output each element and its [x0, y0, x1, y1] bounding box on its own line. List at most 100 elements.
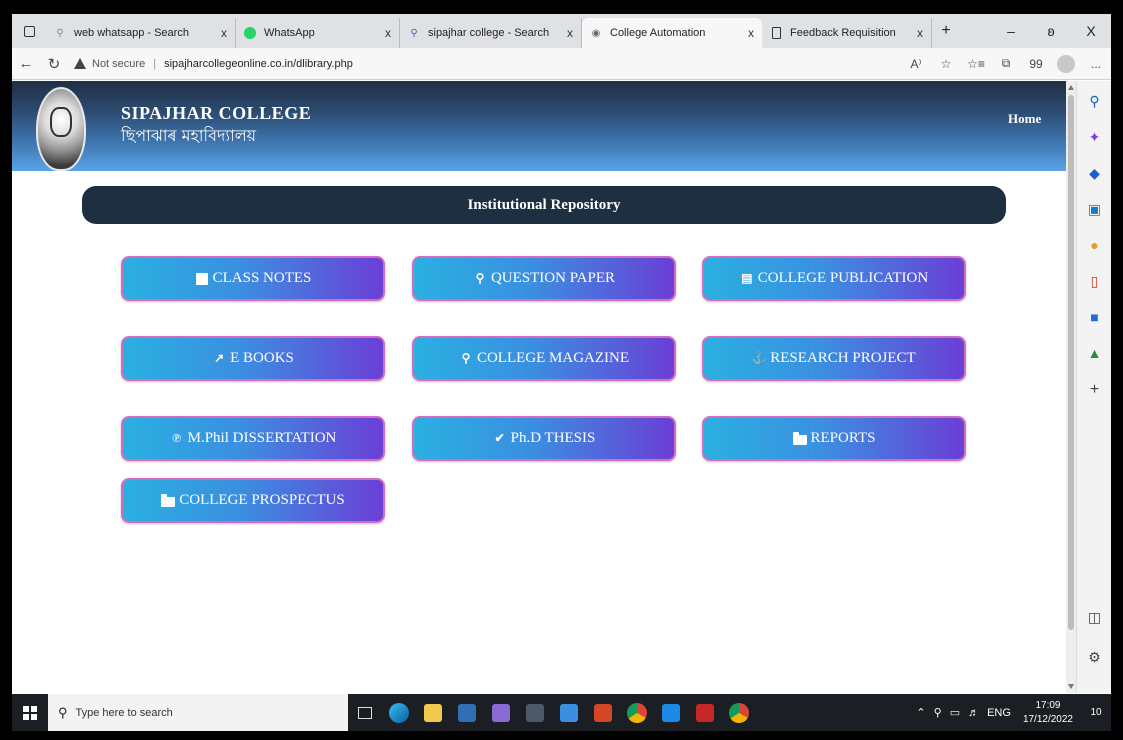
new-tab-button[interactable]: +: [932, 14, 960, 48]
url-separator: |: [153, 57, 157, 70]
read-aloud-icon[interactable]: A⁾: [901, 57, 931, 71]
paint-app-icon[interactable]: [484, 694, 518, 731]
close-tab-icon[interactable]: x: [385, 26, 391, 40]
rss-icon: ℗: [172, 431, 182, 445]
shopping-tag-icon[interactable]: ◆: [1077, 165, 1111, 182]
tab-actions-button[interactable]: [12, 14, 46, 48]
tab-feedback-requisition[interactable]: Feedback Requisition x: [762, 18, 932, 48]
close-tab-icon[interactable]: x: [221, 26, 227, 40]
notes-app-icon[interactable]: [450, 694, 484, 731]
class-notes-button[interactable]: CLASS NOTES: [121, 256, 385, 301]
outlook-icon[interactable]: ■: [1077, 309, 1111, 325]
security-label[interactable]: Not secure: [92, 58, 145, 70]
favorites-icon[interactable]: ☆≡: [961, 57, 991, 71]
search-icon[interactable]: ⚲: [1077, 93, 1111, 110]
close-tab-icon[interactable]: x: [567, 26, 573, 40]
sparkle-icon[interactable]: ✦: [1077, 129, 1111, 146]
scroll-down-icon[interactable]: [1068, 684, 1074, 689]
mphil-dissertation-button[interactable]: ℗ M.Phil DISSERTATION: [121, 416, 385, 461]
chrome-icon[interactable]: [620, 694, 654, 731]
calculator-icon[interactable]: [518, 694, 552, 731]
games-icon[interactable]: ●: [1077, 237, 1111, 253]
bar-chart-icon: ▤: [741, 271, 753, 285]
college-prospectus-button[interactable]: COLLEGE PROSPECTUS: [121, 478, 385, 523]
add-favorite-icon[interactable]: ☆: [931, 57, 961, 71]
document-icon: [770, 27, 782, 39]
tab-sipajhar-college-search[interactable]: ⚲ sipajhar college - Search x: [400, 18, 582, 48]
tab-web-whatsapp-search[interactable]: ⚲ web whatsapp - Search x: [46, 18, 236, 48]
search-icon: ⚲: [58, 704, 68, 720]
check-icon: ✔: [494, 431, 505, 445]
reports-button[interactable]: REPORTS: [702, 416, 966, 461]
whatsapp-icon: [244, 27, 256, 39]
drop-icon[interactable]: ▲: [1077, 345, 1111, 361]
refresh-button[interactable]: ↻: [40, 55, 68, 73]
chrome-profile-icon[interactable]: [722, 694, 756, 731]
close-tab-icon[interactable]: x: [917, 26, 923, 40]
close-tab-icon[interactable]: x: [748, 26, 754, 40]
search-placeholder: Type here to search: [75, 706, 173, 719]
photos-app-icon[interactable]: [654, 694, 688, 731]
chevron-up-icon[interactable]: ⌃: [912, 706, 929, 719]
split-screen-icon[interactable]: ◫: [1077, 609, 1111, 626]
line-chart-icon: ↗: [214, 351, 225, 365]
more-menu-icon[interactable]: ...: [1081, 57, 1111, 71]
calendar-app-icon[interactable]: [552, 694, 586, 731]
college-magazine-button[interactable]: ⚲ COLLEGE MAGAZINE: [412, 336, 676, 381]
windows-taskbar: ⚲ Type here to search ⌃ ⚲ ▭ ♬ ENG 17:09 …: [12, 694, 1111, 731]
search-icon: ⚲: [475, 271, 485, 285]
minimize-button[interactable]: –: [991, 14, 1031, 48]
battery-icon[interactable]: ▭: [946, 706, 964, 719]
clock-date: 17/12/2022: [1022, 713, 1073, 725]
avatar[interactable]: [1057, 54, 1075, 73]
e-books-button[interactable]: ↗ E BOOKS: [121, 336, 385, 381]
task-view-icon[interactable]: [348, 694, 382, 731]
college-logo[interactable]: [36, 87, 86, 171]
quote-extension-icon[interactable]: 99: [1021, 57, 1051, 71]
powerpoint-icon[interactable]: [586, 694, 620, 731]
clock[interactable]: 17:09 17/12/2022: [1015, 699, 1081, 727]
pdf-app-icon[interactable]: [688, 694, 722, 731]
language-indicator[interactable]: ENG: [983, 707, 1015, 719]
edge-icon[interactable]: [382, 694, 416, 731]
search-icon: ⚲: [56, 27, 64, 39]
url-text[interactable]: sipajharcollegeonline.co.in/dlibrary.php: [164, 58, 353, 70]
file-explorer-icon[interactable]: [416, 694, 450, 731]
system-tray: ⌃ ⚲ ▭ ♬ ENG 17:09 17/12/2022 10: [912, 694, 1111, 731]
question-paper-button[interactable]: ⚲ QUESTION PAPER: [412, 256, 676, 301]
url-field[interactable]: Not secure | sipajharcollegeonline.co.in…: [74, 52, 353, 76]
volume-icon[interactable]: ♬: [964, 707, 983, 719]
restore-button[interactable]: ʚ: [1031, 14, 1071, 48]
warning-icon[interactable]: [74, 58, 86, 69]
toolbox-icon[interactable]: ▣: [1077, 201, 1111, 218]
clock-time: 17:09: [1035, 699, 1061, 711]
add-sidebar-app-icon[interactable]: +: [1077, 381, 1111, 399]
back-button[interactable]: ←: [12, 55, 40, 72]
edge-sidebar: ⚲ ✦ ◆ ▣ ● ▯ ■ ▲ + ◫ ⚙: [1076, 81, 1111, 693]
network-icon[interactable]: ⚲: [930, 706, 946, 719]
taskbar-search-field[interactable]: ⚲ Type here to search: [48, 694, 348, 731]
scroll-thumb[interactable]: [1068, 95, 1074, 630]
page-scrollbar[interactable]: [1066, 81, 1076, 693]
collections-icon[interactable]: ⧉: [991, 56, 1021, 71]
browser-window: ⚲ web whatsapp - Search x WhatsApp x ⚲ s…: [12, 14, 1111, 731]
scroll-up-icon[interactable]: [1068, 85, 1074, 90]
research-project-button[interactable]: ⚓ RESEARCH PROJECT: [702, 336, 966, 381]
phd-thesis-button[interactable]: ✔ Ph.D THESIS: [412, 416, 676, 461]
tab-whatsapp[interactable]: WhatsApp x: [236, 18, 400, 48]
start-button[interactable]: [12, 694, 48, 731]
gear-icon[interactable]: ⚙: [1077, 649, 1111, 666]
tab-college-automation[interactable]: ◉ College Automation x: [582, 18, 762, 48]
college-name: SIPAJHAR COLLEGE: [121, 103, 312, 123]
close-window-button[interactable]: X: [1071, 14, 1111, 48]
home-link[interactable]: Home: [1008, 111, 1041, 127]
notification-center-button[interactable]: 10: [1081, 694, 1111, 731]
address-bar: ← ↻ Not secure | sipajharcollegeonline.c…: [12, 48, 1111, 80]
search-icon: ⚲: [461, 351, 471, 365]
office-icon[interactable]: ▯: [1077, 273, 1111, 290]
logo-emblem: [50, 107, 72, 137]
section-title: Institutional Repository: [82, 186, 1006, 224]
college-publication-button[interactable]: ▤ COLLEGE PUBLICATION: [702, 256, 966, 301]
folder-icon: [792, 431, 807, 446]
notification-count: 10: [1090, 707, 1102, 718]
